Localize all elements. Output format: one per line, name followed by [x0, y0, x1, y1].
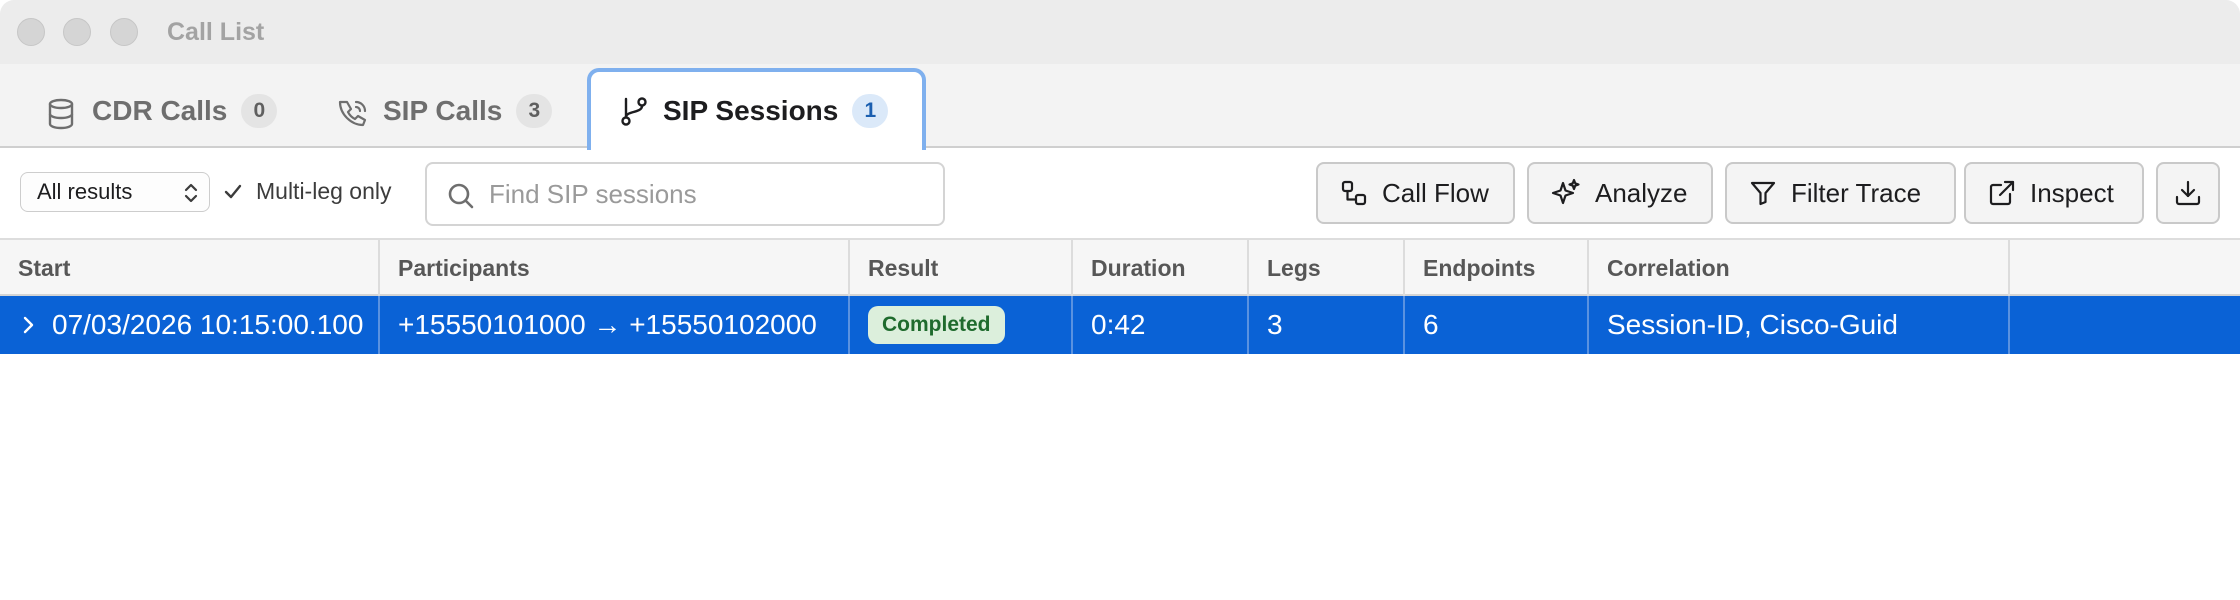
title-bar: Call List — [0, 0, 2240, 64]
tab-count-badge: 1 — [852, 94, 889, 128]
filter-trace-label: Filter Trace — [1791, 177, 1922, 208]
chevron-right-icon[interactable] — [22, 315, 36, 335]
status-badge: Completed — [868, 306, 1005, 344]
external-link-icon — [1989, 180, 2015, 206]
close-window-button[interactable] — [17, 18, 45, 46]
tab-sip-calls[interactable]: SIP Calls 3 — [337, 78, 582, 144]
call-flow-icon — [1341, 180, 1367, 206]
column-header-correlation[interactable]: Correlation — [1589, 240, 2010, 296]
filter-icon — [1750, 181, 1776, 206]
column-header-endpoints[interactable]: Endpoints — [1405, 240, 1589, 296]
database-icon — [48, 98, 74, 130]
cell-result: Completed — [850, 296, 1073, 354]
tab-cdr-calls[interactable]: CDR Calls 0 — [46, 78, 307, 144]
inspect-label: Inspect — [2030, 177, 2114, 208]
cell-duration: 0:42 — [1073, 296, 1249, 354]
phone-call-icon — [338, 100, 367, 127]
inspect-button[interactable]: Inspect — [1964, 162, 2144, 224]
column-header-result[interactable]: Result — [850, 240, 1073, 296]
checkmark-icon — [222, 181, 244, 203]
cell-endpoints: 6 — [1405, 296, 1589, 354]
results-filter-value: All results — [37, 179, 133, 204]
download-icon — [2175, 180, 2201, 206]
call-flow-label: Call Flow — [1382, 177, 1489, 208]
cell-start: 07/03/2026 10:15:00.100 — [0, 296, 380, 354]
sparkles-icon — [1551, 178, 1580, 205]
column-header-participants[interactable]: Participants — [380, 240, 850, 296]
cell-participants: +15550101000 → +15550102000 — [380, 296, 850, 354]
search-icon — [448, 183, 474, 209]
analyze-button[interactable]: Analyze — [1527, 162, 1713, 224]
git-branch-icon — [621, 97, 647, 126]
search-box — [425, 162, 945, 226]
cell-correlation: Session-ID, Cisco-Guid — [1589, 296, 2010, 354]
start-time: 07/03/2026 10:15:00.100 — [52, 309, 364, 340]
column-header-start[interactable]: Start — [0, 240, 380, 296]
minimize-window-button[interactable] — [63, 18, 91, 46]
tab-label: SIP Calls — [383, 95, 503, 126]
search-input[interactable] — [489, 178, 919, 210]
tab-label: SIP Sessions — [663, 95, 839, 126]
table-header: Start Participants Result Duration Legs … — [0, 238, 2240, 296]
column-header-empty — [2010, 240, 2240, 296]
multileg-only-checkbox[interactable]: Multi-leg only — [222, 178, 392, 205]
analyze-label: Analyze — [1595, 177, 1688, 208]
zoom-window-button[interactable] — [110, 18, 138, 46]
window-title: Call List — [167, 18, 265, 46]
sessions-table: Start Participants Result Duration Legs … — [0, 238, 2240, 354]
table-row[interactable]: 07/03/2026 10:15:00.100 +15550101000 → +… — [0, 296, 2240, 354]
download-button[interactable] — [2156, 162, 2220, 224]
tab-count-badge: 0 — [241, 94, 278, 128]
column-header-legs[interactable]: Legs — [1249, 240, 1405, 296]
multileg-only-label: Multi-leg only — [256, 178, 392, 204]
call-list-window: Call List CDR Calls 0 SIP Calls 3 SIP Se… — [0, 0, 2240, 600]
column-header-duration[interactable]: Duration — [1073, 240, 1249, 296]
toolbar: All results Multi-leg only Find SIP sess… — [0, 150, 2240, 238]
call-flow-button[interactable]: Call Flow — [1316, 162, 1515, 224]
tab-sip-sessions[interactable]: SIP Sessions 1 — [587, 68, 927, 150]
filter-trace-button[interactable]: Filter Trace — [1725, 162, 1956, 224]
cell-empty — [2010, 296, 2240, 354]
results-filter-select[interactable]: All results — [20, 172, 210, 212]
up-down-chevron-icon — [184, 183, 198, 203]
tab-label: CDR Calls — [92, 95, 228, 126]
tab-count-badge: 3 — [516, 94, 553, 128]
tab-strip: CDR Calls 0 SIP Calls 3 SIP Sessions 1 — [0, 64, 2240, 150]
cell-legs: 3 — [1249, 296, 1405, 354]
table-empty-area — [0, 354, 2240, 600]
